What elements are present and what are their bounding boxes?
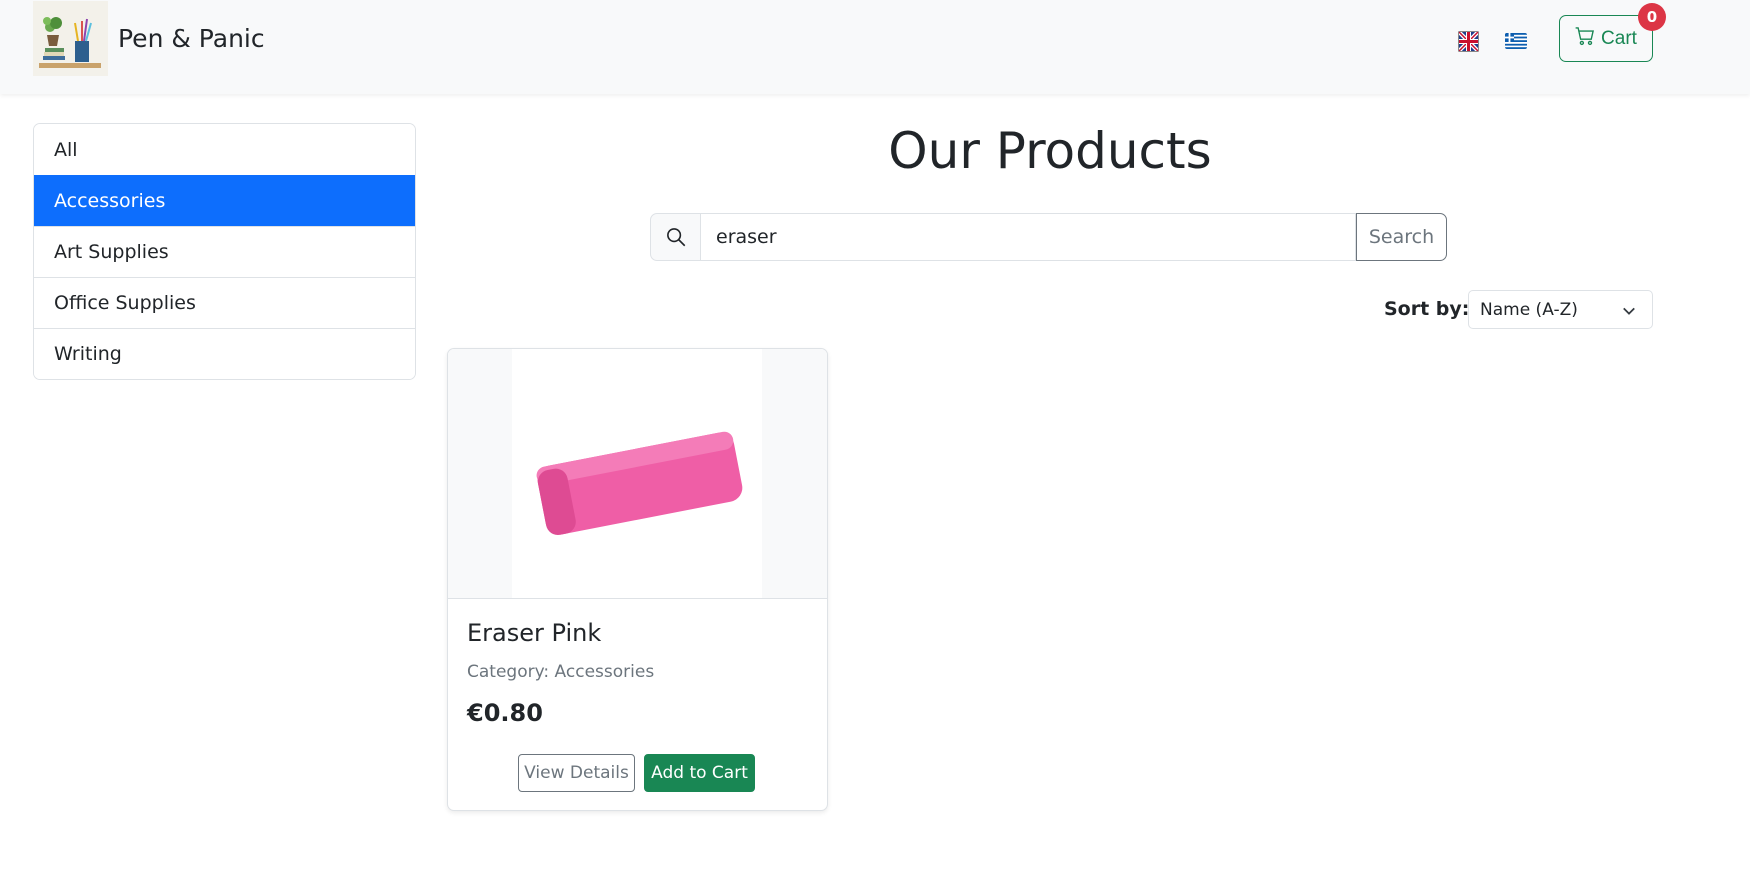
view-details-button[interactable]: View Details <box>518 754 635 792</box>
sidebar-item-art-supplies[interactable]: Art Supplies <box>34 226 415 277</box>
category-sidebar: All Accessories Art Supplies Office Supp… <box>33 123 416 380</box>
product-card: Eraser Pink Category: Accessories €0.80 … <box>447 348 828 811</box>
search-input[interactable] <box>701 213 1356 261</box>
search-icon <box>650 213 701 261</box>
product-category: Category: Accessories <box>467 662 655 682</box>
stationery-shelf-logo-icon <box>33 1 108 76</box>
brand-name[interactable]: Pen & Panic <box>118 24 265 53</box>
sort-select[interactable]: Name (A-Z) <box>1468 290 1653 329</box>
search-bar: Search <box>650 213 1447 261</box>
search-button[interactable]: Search <box>1356 213 1447 261</box>
product-price: €0.80 <box>467 699 543 727</box>
cart-label: Cart <box>1601 27 1637 49</box>
sidebar-item-all[interactable]: All <box>34 124 415 175</box>
cart-count-badge: 0 <box>1638 3 1666 31</box>
uk-flag-icon[interactable] <box>1458 31 1479 52</box>
sidebar-item-writing[interactable]: Writing <box>34 328 415 379</box>
product-name: Eraser Pink <box>467 619 602 647</box>
sort-selected-value: Name (A-Z) <box>1480 299 1578 320</box>
brand-logo[interactable] <box>33 1 108 76</box>
greek-flag-icon[interactable] <box>1505 33 1527 49</box>
product-image-container <box>448 349 827 599</box>
chevron-down-icon <box>1622 303 1636 323</box>
cart-icon <box>1575 26 1595 52</box>
sort-label: Sort by: <box>1384 298 1470 320</box>
pink-eraser-image[interactable] <box>512 349 762 598</box>
page-title: Our Products <box>888 122 1212 180</box>
sidebar-item-accessories[interactable]: Accessories <box>34 175 415 226</box>
sidebar-item-office-supplies[interactable]: Office Supplies <box>34 277 415 328</box>
navbar: Pen & Panic Cart 0 <box>0 0 1750 94</box>
add-to-cart-button[interactable]: Add to Cart <box>644 754 755 792</box>
